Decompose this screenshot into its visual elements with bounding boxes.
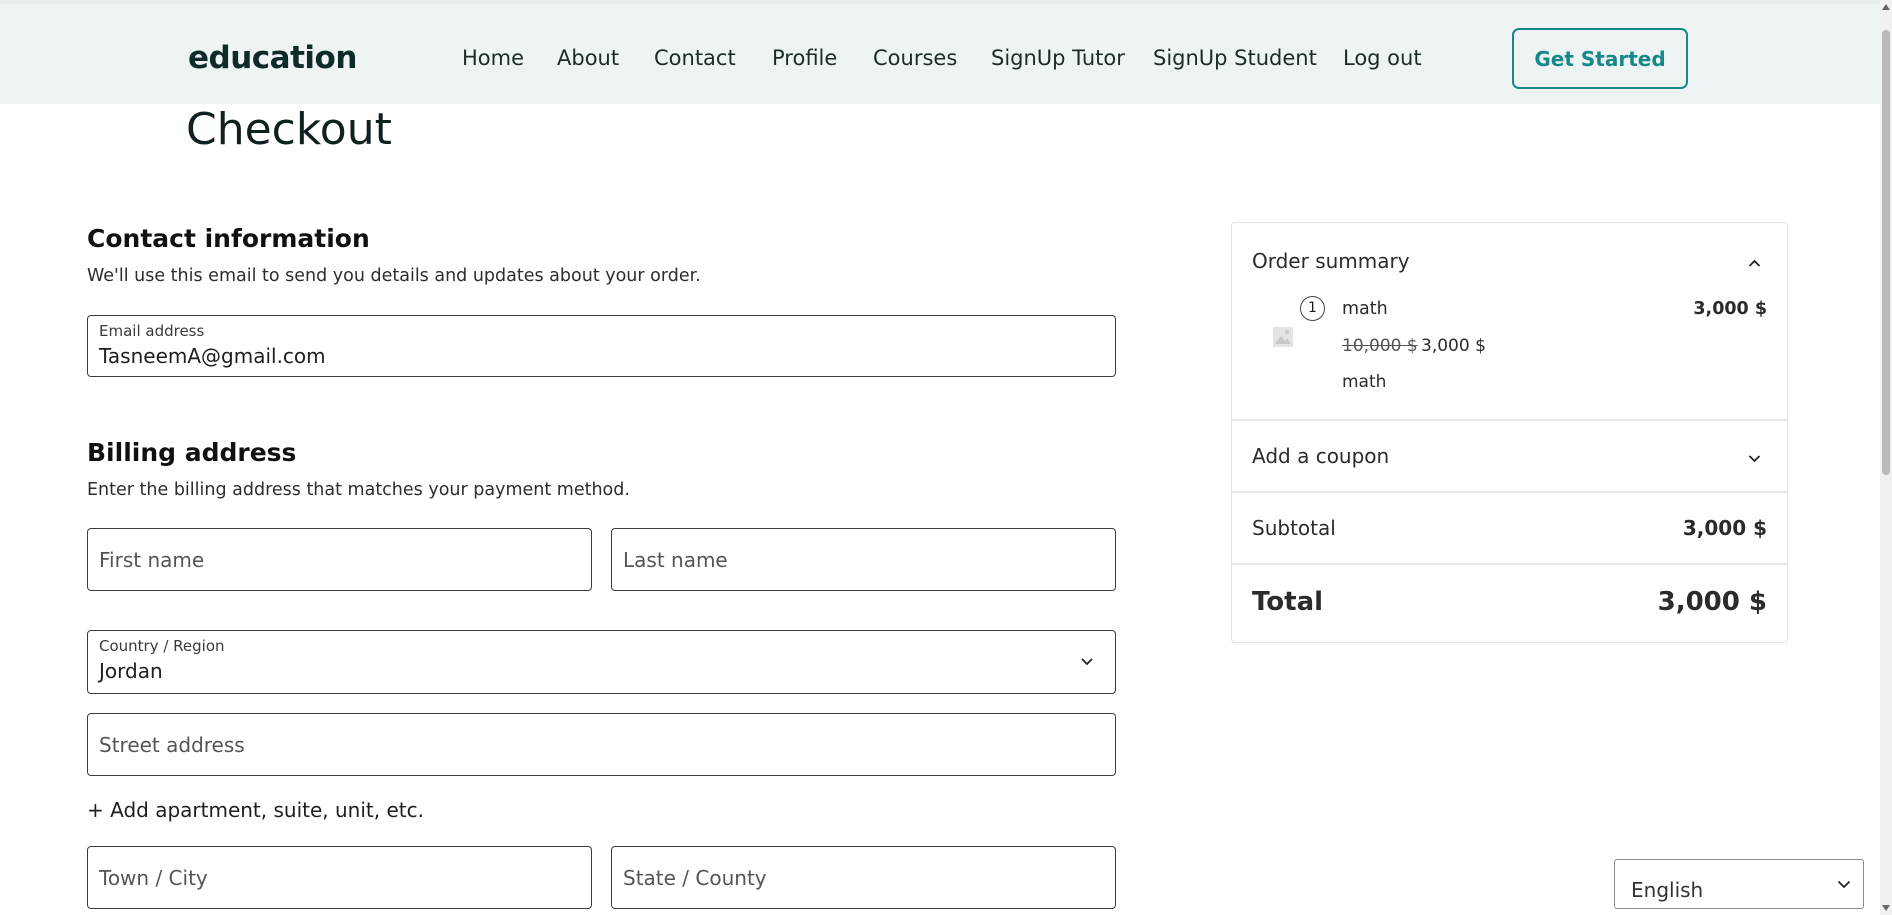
contact-section-title: Contact information	[87, 224, 370, 253]
nav-profile[interactable]: Profile	[772, 46, 837, 70]
total-value: 3,000 $	[1657, 587, 1767, 617]
email-field-value[interactable]: TasneemA@gmail.com	[99, 344, 326, 368]
chevron-down-icon[interactable]	[1837, 877, 1851, 891]
add-coupon-toggle[interactable]: Add a coupon	[1252, 444, 1389, 468]
nav-about[interactable]: About	[557, 46, 619, 70]
street-address-field[interactable]	[87, 713, 1116, 776]
scroll-down-arrow-icon[interactable]	[1882, 905, 1890, 911]
city-field[interactable]	[87, 846, 592, 909]
nav-contact[interactable]: Contact	[654, 46, 736, 70]
checkout-page: education Home About Contact Profile Cou…	[0, 0, 1892, 915]
total-label: Total	[1252, 587, 1324, 617]
site-header: education Home About Contact Profile Cou…	[0, 4, 1880, 104]
first-name-input[interactable]	[99, 529, 580, 590]
order-summary-panel: Order summary 1 math 3,000 $ 10,000 $ 3,…	[1231, 222, 1788, 643]
subtotal-value: 3,000 $	[1682, 516, 1767, 540]
country-select-value[interactable]: Jordan	[99, 659, 163, 683]
nav-signup-student[interactable]: SignUp Student	[1153, 46, 1317, 70]
divider	[1232, 419, 1787, 421]
chevron-down-icon[interactable]	[1081, 655, 1093, 667]
item-original-price: 10,000 $	[1342, 336, 1418, 356]
item-price: 3,000 $	[1693, 299, 1767, 319]
scrollbar-thumb[interactable]	[1882, 30, 1890, 475]
email-field[interactable]: Email address TasneemA@gmail.com	[87, 315, 1116, 377]
add-apartment-link[interactable]: + Add apartment, suite, unit, etc.	[87, 798, 424, 822]
order-summary-title[interactable]: Order summary	[1252, 249, 1410, 273]
city-input[interactable]	[99, 847, 580, 908]
state-input[interactable]	[623, 847, 1104, 908]
subtotal-label: Subtotal	[1252, 516, 1336, 540]
billing-section-description: Enter the billing address that matches y…	[87, 480, 630, 500]
item-description: math	[1342, 372, 1387, 392]
divider	[1232, 563, 1787, 565]
nav-courses[interactable]: Courses	[873, 46, 957, 70]
language-select[interactable]: English	[1614, 859, 1864, 909]
country-select-label: Country / Region	[99, 637, 225, 655]
chevron-down-icon[interactable]	[1748, 452, 1761, 465]
nav-signup-tutor[interactable]: SignUp Tutor	[991, 46, 1125, 70]
email-field-label: Email address	[99, 322, 205, 340]
image-placeholder-icon	[1273, 327, 1293, 347]
get-started-button[interactable]: Get Started	[1512, 28, 1688, 89]
street-address-input[interactable]	[99, 714, 1104, 775]
item-sale-price: 3,000 $	[1421, 336, 1486, 356]
site-logo[interactable]: education	[188, 40, 357, 76]
page-title: Checkout	[186, 104, 392, 155]
billing-section-title: Billing address	[87, 438, 297, 467]
page-scrollbar[interactable]	[1880, 0, 1892, 915]
country-select[interactable]: Country / Region Jordan	[87, 630, 1116, 694]
nav-home[interactable]: Home	[462, 46, 524, 70]
nav-logout[interactable]: Log out	[1343, 46, 1422, 70]
divider	[1232, 491, 1787, 493]
contact-section-description: We'll use this email to send you details…	[87, 266, 701, 286]
chevron-up-icon[interactable]	[1748, 257, 1761, 270]
item-quantity-badge: 1	[1300, 296, 1325, 321]
last-name-field[interactable]	[611, 528, 1116, 591]
first-name-field[interactable]	[87, 528, 592, 591]
language-select-value[interactable]: English	[1631, 878, 1703, 902]
state-field[interactable]	[611, 846, 1116, 909]
scroll-up-arrow-icon[interactable]	[1882, 4, 1890, 10]
item-name: math	[1342, 299, 1388, 319]
last-name-input[interactable]	[623, 529, 1104, 590]
